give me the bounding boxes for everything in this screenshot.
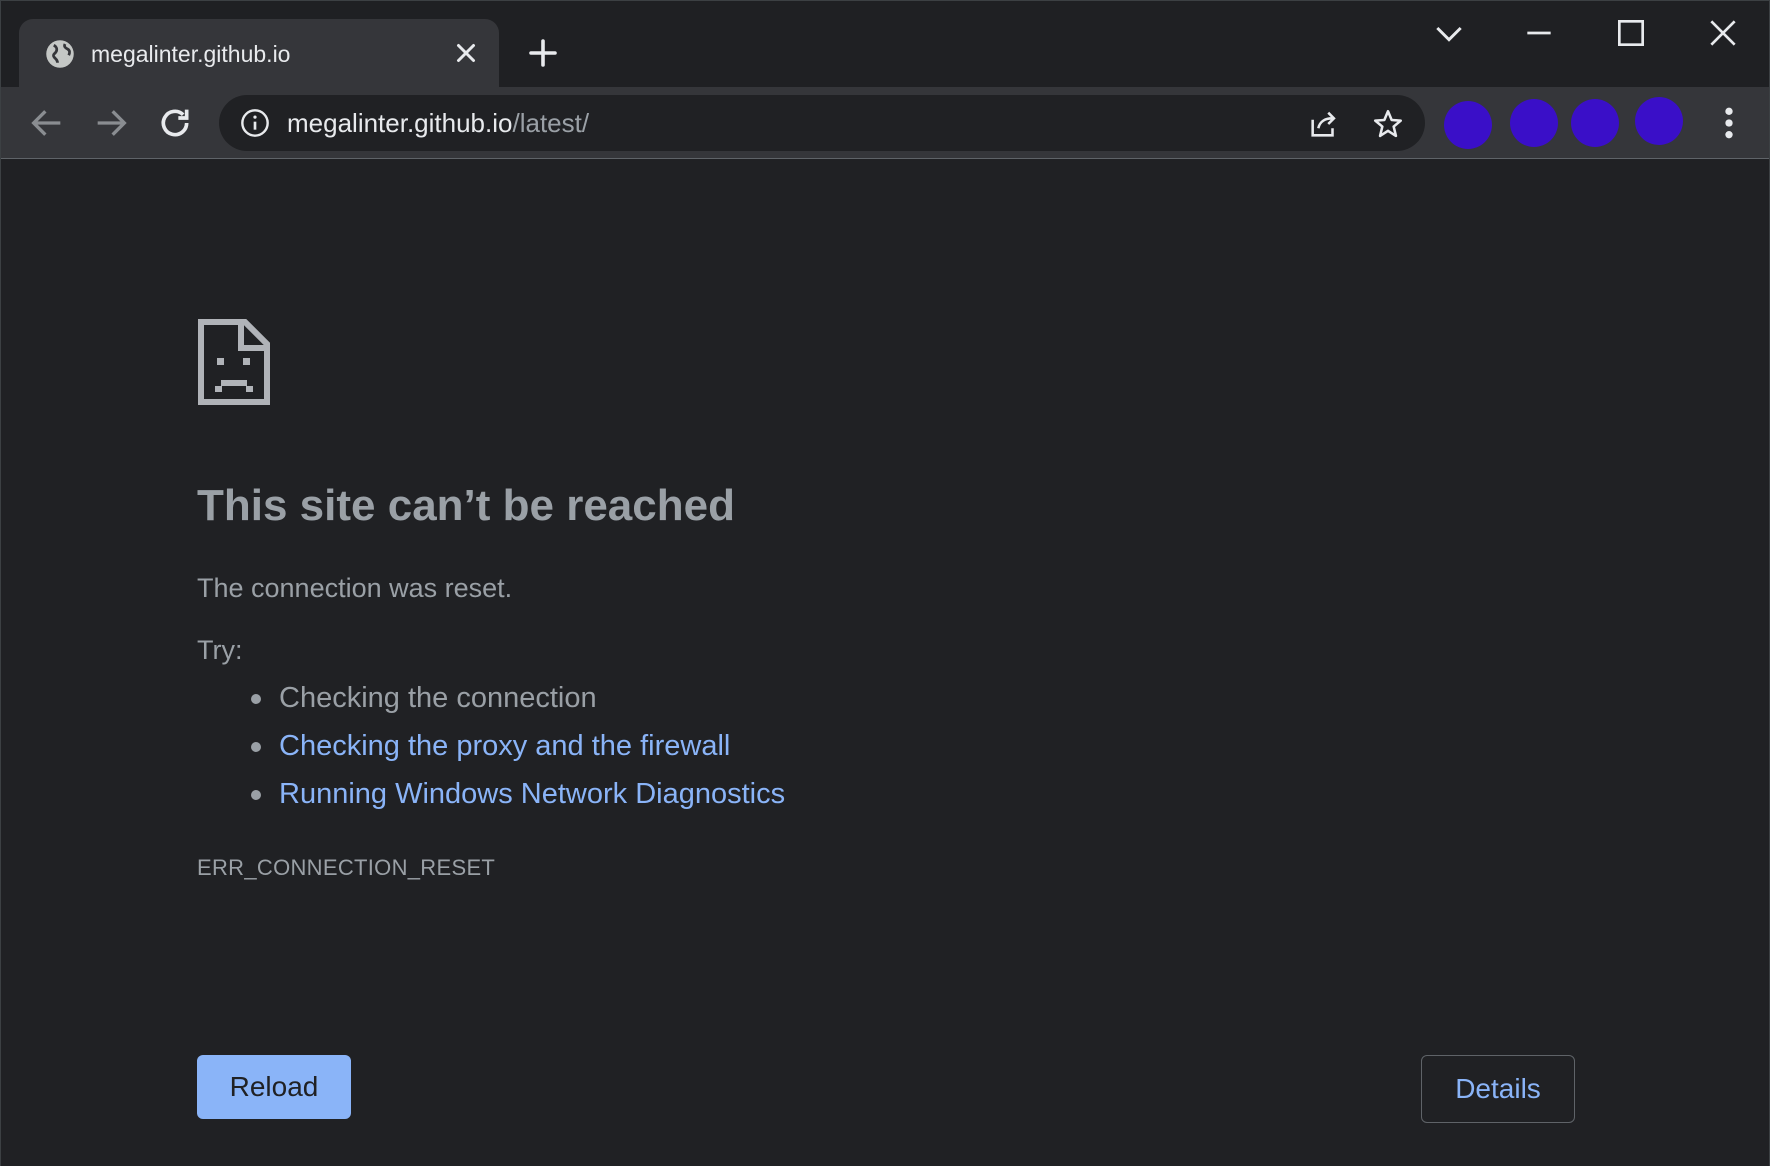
maximize-icon[interactable] xyxy=(1611,13,1651,53)
minimize-icon[interactable] xyxy=(1519,13,1559,53)
error-description: The connection was reset. xyxy=(197,573,513,603)
star-icon[interactable] xyxy=(1371,107,1405,141)
suggestion-proxy-firewall: Checking the proxy and the firewall xyxy=(197,722,785,770)
extension-icon[interactable] xyxy=(1635,97,1683,145)
proxy-firewall-link[interactable]: Checking the proxy and the firewall xyxy=(279,730,730,762)
globe-icon xyxy=(46,40,74,68)
extension-icon[interactable] xyxy=(1444,101,1492,149)
extension-icon[interactable] xyxy=(1571,99,1619,147)
browser-window: megalinter.github.io megalinter.github.i… xyxy=(0,0,1770,1166)
tab-strip: megalinter.github.io xyxy=(1,1,1769,87)
page-title: This site can’t be reached xyxy=(197,481,735,530)
close-window-icon[interactable] xyxy=(1703,13,1743,53)
toolbar: megalinter.github.io/latest/ xyxy=(1,87,1769,159)
url-host: megalinter.github.io xyxy=(287,108,513,138)
suggestion-list: Checking the connection Checking the pro… xyxy=(197,674,785,818)
close-icon[interactable] xyxy=(451,38,481,68)
more-vert-icon[interactable] xyxy=(1717,103,1741,143)
sad-page-icon xyxy=(198,319,270,405)
try-label: Try: xyxy=(197,635,243,665)
network-diagnostics-link[interactable]: Running Windows Network Diagnostics xyxy=(279,778,785,810)
reload-icon[interactable] xyxy=(155,103,195,143)
suggestion-check-connection: Checking the connection xyxy=(197,674,785,722)
info-icon[interactable] xyxy=(239,107,271,139)
plus-icon[interactable] xyxy=(525,35,561,71)
share-icon[interactable] xyxy=(1307,107,1341,141)
tab-title: megalinter.github.io xyxy=(91,41,291,67)
back-arrow-icon[interactable] xyxy=(27,103,67,143)
active-tab[interactable]: megalinter.github.io xyxy=(19,19,499,87)
error-page: This site can’t be reached The connectio… xyxy=(1,160,1769,1166)
extension-icon[interactable] xyxy=(1510,99,1558,147)
details-button[interactable]: Details xyxy=(1421,1055,1575,1123)
reload-button[interactable]: Reload xyxy=(197,1055,351,1119)
forward-arrow-icon[interactable] xyxy=(91,103,131,143)
url-text[interactable]: megalinter.github.io/latest/ xyxy=(287,107,589,139)
chevron-down-icon[interactable] xyxy=(1429,13,1469,53)
url-path: /latest/ xyxy=(512,108,590,138)
error-code: ERR_CONNECTION_RESET xyxy=(197,855,496,880)
suggestion-network-diagnostics: Running Windows Network Diagnostics xyxy=(197,770,785,818)
address-bar[interactable]: megalinter.github.io/latest/ xyxy=(219,95,1425,151)
